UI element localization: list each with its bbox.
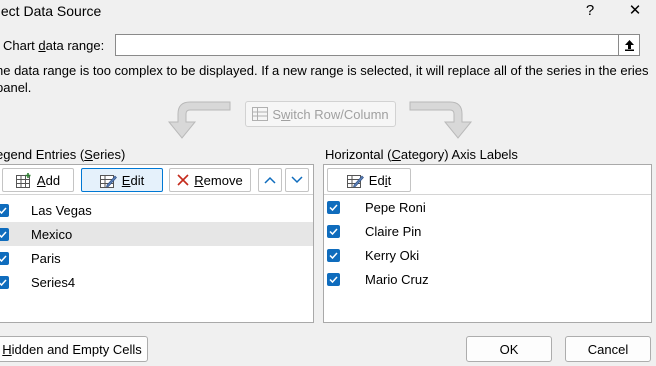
switch-right-arrow-icon [409,101,473,139]
axis-label-item[interactable]: Claire Pin [324,219,651,243]
remove-series-button[interactable]: Remove [169,168,251,192]
axis-label-text: Kerry Oki [365,247,420,263]
close-button[interactable]: ✕ [620,0,650,24]
axis-label-item[interactable]: Kerry Oki [324,243,651,267]
series-checkbox[interactable] [0,275,9,289]
checkmark-icon [0,278,7,286]
edit-table-icon [346,174,364,188]
collapse-range-button[interactable] [619,34,640,56]
axis-label-text: Claire Pin [365,223,422,239]
axis-labels-panel: Edit Pepe Roni Claire Pin Kerry Oki Mari… [323,164,652,323]
axis-labels-list: Pepe Roni Claire Pin Kerry Oki Mario Cru… [324,195,651,291]
axis-label-checkbox[interactable] [327,200,340,214]
add-series-button[interactable]: Add [2,168,74,192]
ok-button[interactable]: OK [466,336,552,362]
chart-data-range-label: Chart data range: [3,38,105,53]
axis-label-checkbox[interactable] [327,248,340,262]
checkmark-icon [329,227,338,235]
series-checkbox[interactable] [0,227,9,241]
axis-label-checkbox[interactable] [327,272,340,286]
series-item-label: Las Vegas [31,202,92,218]
series-panel: Add Edit Remove Las Vegas Mexico Paris S… [0,164,314,323]
cancel-button[interactable]: Cancel [565,336,651,362]
edit-series-label: Edit [121,172,145,188]
series-item[interactable]: Las Vegas [0,198,313,222]
chevron-up-icon [264,176,276,184]
ok-label: OK [499,341,519,357]
cancel-label: Cancel [587,341,629,357]
axis-label-text: Mario Cruz [365,271,429,287]
move-down-button[interactable] [285,168,309,192]
help-button[interactable]: ? [575,0,605,24]
legend-entries-label: egend Entries (Series) [0,147,126,162]
series-item[interactable]: Mexico [0,222,313,246]
remove-x-icon [177,174,189,186]
switch-row-column-label: Switch Row/Column [272,106,389,122]
edit-axis-labels-label: Edit [368,172,392,188]
axis-label-item[interactable]: Pepe Roni [324,195,651,219]
axis-label-text: Pepe Roni [365,199,426,215]
move-up-button[interactable] [258,168,282,192]
axis-label-item[interactable]: Mario Cruz [324,267,651,291]
series-item[interactable]: Series4 [0,270,313,294]
series-list: Las Vegas Mexico Paris Series4 [0,198,313,294]
edit-axis-labels-button[interactable]: Edit [327,168,411,192]
chevron-down-icon [291,176,303,184]
add-series-label: Add [36,172,61,188]
window-title: elect Data Source [0,3,102,19]
checkmark-icon [329,203,338,211]
checkmark-icon [329,275,338,283]
checkmark-icon [329,251,338,259]
edit-table-icon [99,174,117,188]
series-item-label: Paris [31,250,61,266]
series-item-label: Series4 [31,274,76,290]
switch-row-column-button[interactable]: Switch Row/Column [245,101,396,127]
complex-range-note: he data range is too complex to be displ… [0,63,649,95]
remove-series-label: Remove [194,172,243,188]
series-checkbox[interactable] [0,251,9,265]
axis-label-checkbox[interactable] [327,224,340,238]
axis-labels-label: Horizontal (Category) Axis Labels [325,147,518,162]
series-item[interactable]: Paris [0,246,313,270]
checkmark-icon [0,206,7,214]
hidden-empty-cells-button[interactable]: Hidden and Empty Cells [0,336,148,362]
collapse-up-icon [624,40,634,51]
series-checkbox[interactable] [0,203,9,217]
chart-data-range-input[interactable] [115,34,619,56]
edit-series-button[interactable]: Edit [81,168,163,192]
series-item-label: Mexico [31,226,73,242]
hidden-empty-cells-label: Hidden and Empty Cells [2,341,142,357]
series-toolbar: Add Edit Remove [0,165,313,195]
checkmark-icon [0,254,7,262]
checkmark-icon [0,230,7,238]
axis-toolbar: Edit [324,165,651,195]
switch-left-arrow-icon [167,101,231,139]
switch-grid-icon [252,107,269,121]
add-table-icon [15,172,31,188]
